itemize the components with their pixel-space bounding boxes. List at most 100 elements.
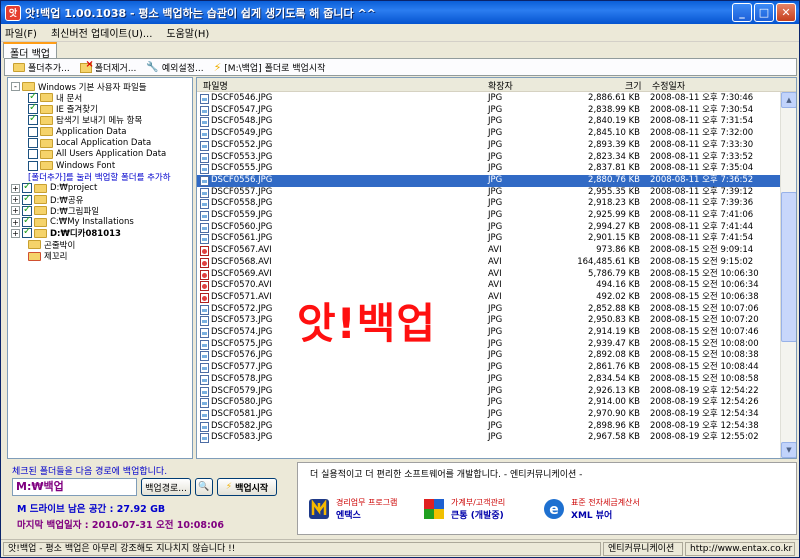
list-scrollbar[interactable]: ▲ ▼ <box>780 92 796 458</box>
table-row[interactable]: DSCF0580.JPG JPG 2,914.00 KB 2008-08-19 오후 … <box>197 397 780 409</box>
checkbox[interactable] <box>28 126 38 137</box>
table-row[interactable]: DSCF0576.JPG JPG 2,892.08 KB 2008-08-15 오전 … <box>197 350 780 362</box>
tree-item[interactable]: 탐색기 보내기 메뉴 항목 <box>28 113 142 126</box>
table-row[interactable]: DSCF0556.JPG JPG 2,880.76 KB 2008-08-11 오후 … <box>197 174 780 187</box>
table-row[interactable]: DSCF0574.JPG JPG 2,914.19 KB 2008-08-15 오전 … <box>197 327 780 339</box>
product-entax[interactable]: 경리업무 프로그램 엔택스 <box>308 497 397 521</box>
col-filename[interactable]: 파일명 <box>203 79 228 92</box>
cell-modified: 2008-08-19 오후 12:54:34 <box>650 408 759 419</box>
maximize-icon[interactable]: □ <box>754 3 774 22</box>
col-extension[interactable]: 확장자 <box>488 79 513 92</box>
expand-icon[interactable]: + <box>11 217 20 227</box>
table-row[interactable]: DSCF0555.JPG JPG 2,837.81 KB 2008-08-11 오후 … <box>197 163 780 175</box>
start-backup-button[interactable]: ⚡ 백업시작 <box>217 478 277 496</box>
backup-path-button[interactable]: 백업경로... <box>141 478 191 496</box>
table-row[interactable]: DSCF0553.JPG JPG 2,823.34 KB 2008-08-11 오후 … <box>197 152 780 164</box>
table-row[interactable]: DSCF0573.JPG JPG 2,950.83 KB 2008-08-15 오전 … <box>197 315 780 327</box>
folder-tree[interactable]: - Windows 기본 사용자 파일들내 문서IE 즐겨찾기탐색기 보내기 메뉴… <box>7 77 193 459</box>
table-row[interactable]: DSCF0568.AVI AVI 164,485.61 KB 2008-08-15 오… <box>197 257 780 269</box>
cell-size: 2,886.61 KB <box>588 93 640 103</box>
checkbox[interactable] <box>28 113 38 126</box>
checkbox[interactable] <box>22 226 32 239</box>
scroll-down-icon[interactable]: ▼ <box>781 442 796 458</box>
cell-modified: 2008-08-15 오전 10:08:38 <box>650 350 759 361</box>
table-row[interactable]: DSCF0546.JPG JPG 2,886.61 KB 2008-08-11 오후 … <box>197 93 780 105</box>
table-row[interactable]: DSCF0559.JPG JPG 2,925.99 KB 2008-08-11 오후 … <box>197 210 780 222</box>
table-row[interactable]: DSCF0561.JPG JPG 2,901.15 KB 2008-08-11 오후 … <box>197 233 780 245</box>
table-row[interactable]: DSCF0575.JPG JPG 2,939.47 KB 2008-08-15 오전 … <box>197 339 780 351</box>
checkbox[interactable] <box>28 138 38 148</box>
tree-item[interactable]: + D:₩디카081013 <box>11 226 121 239</box>
table-row[interactable]: DSCF0558.JPG JPG 2,918.23 KB 2008-08-11 오후 … <box>197 198 780 210</box>
table-row[interactable]: DSCF0567.AVI AVI 973.86 KB 2008-08-15 오전 9:… <box>197 245 780 257</box>
cell-filename: DSCF0558.JPG <box>211 198 273 209</box>
table-row[interactable]: DSCF0557.JPG JPG 2,955.35 KB 2008-08-11 오후 … <box>197 187 780 199</box>
close-icon[interactable]: ✕ <box>776 3 796 22</box>
menu-update[interactable]: 최신버전 업데이트(U)... <box>51 25 152 40</box>
toolbar: 폴더추가... 폴더제거... 🔧예외설정... ⚡[M:\백업] 폴더로 백업… <box>4 58 797 76</box>
expand-icon[interactable]: - <box>11 82 20 91</box>
tree-item[interactable]: [폴더추가]를 눌러 백업할 폴더를 추가하 <box>28 171 171 183</box>
expand-icon[interactable]: + <box>11 195 20 204</box>
expand-icon[interactable]: + <box>11 206 20 216</box>
table-row[interactable]: DSCF0552.JPG JPG 2,893.39 KB 2008-08-11 오후 … <box>197 140 780 152</box>
backup-path-field[interactable]: M:₩백업 <box>12 478 137 496</box>
svg-text:e: e <box>549 502 559 518</box>
table-row[interactable]: DSCF0570.AVI AVI 494.16 KB 2008-08-15 오전 10… <box>197 280 780 292</box>
table-row[interactable]: DSCF0577.JPG JPG 2,861.76 KB 2008-08-15 오전 … <box>197 362 780 374</box>
tree-item[interactable]: IE 즐겨찾기 <box>28 102 98 115</box>
cell-filename: DSCF0568.AVI <box>211 256 272 267</box>
tab-folder-backup[interactable]: 폴더 백업 <box>3 42 57 60</box>
table-row[interactable]: DSCF0548.JPG JPG 2,840.19 KB 2008-08-11 오후 … <box>197 116 780 128</box>
tree-item[interactable]: Application Data <box>28 126 127 137</box>
expand-icon[interactable]: + <box>11 183 20 193</box>
image-file-icon <box>200 433 209 444</box>
tree-item[interactable]: 곤줄박이 <box>28 239 75 251</box>
product-keuntong[interactable]: 가계부/고객관리 큰통 (개발중) <box>423 497 505 521</box>
tree-item-label: D:₩공유 <box>50 195 84 206</box>
table-row[interactable]: DSCF0572.JPG JPG 2,852.88 KB 2008-08-15 오전 … <box>197 304 780 316</box>
cell-modified: 2008-08-15 오전 10:08:58 <box>650 373 759 384</box>
explore-button[interactable]: 🔍 <box>195 478 213 496</box>
tree-item[interactable]: Windows Font <box>28 160 115 171</box>
table-row[interactable]: DSCF0579.JPG JPG 2,926.13 KB 2008-08-19 오후 … <box>197 386 780 398</box>
cell-filename: DSCF0553.JPG <box>211 151 273 162</box>
tree-item[interactable]: Local Application Data <box>28 138 151 149</box>
table-row[interactable]: DSCF0569.AVI AVI 5,786.79 KB 2008-08-15 오전 … <box>197 269 780 281</box>
checkbox[interactable] <box>28 149 38 160</box>
tree-item[interactable]: + D:₩공유 <box>11 193 84 206</box>
tree-item-label: 제꼬리 <box>44 252 68 262</box>
menu-file[interactable]: 파일(F) <box>5 25 37 40</box>
table-row[interactable]: DSCF0560.JPG JPG 2,994.27 KB 2008-08-11 오후 … <box>197 222 780 234</box>
checkbox[interactable] <box>28 160 38 171</box>
table-row[interactable]: DSCF0581.JPG JPG 2,970.90 KB 2008-08-19 오후 … <box>197 409 780 421</box>
table-row[interactable]: DSCF0549.JPG JPG 2,845.10 KB 2008-08-11 오후 … <box>197 128 780 140</box>
cell-modified: 2008-08-15 오전 10:06:38 <box>650 291 759 302</box>
tree-item[interactable]: 제꼬리 <box>28 251 67 262</box>
status-url[interactable]: http://www.entax.co.kr <box>685 542 795 556</box>
col-modified[interactable]: 수정일자 <box>652 79 685 92</box>
table-row[interactable]: DSCF0571.AVI AVI 492.02 KB 2008-08-15 오전 10… <box>197 292 780 304</box>
product-xml-viewer[interactable]: e 표준 전자세금계산서 XML 뷰어 <box>543 497 640 521</box>
expand-icon[interactable]: + <box>11 228 20 238</box>
minimize-icon[interactable]: _ <box>732 3 752 22</box>
cell-modified: 2008-08-11 오후 7:33:30 <box>650 139 754 150</box>
scroll-thumb[interactable] <box>781 192 796 342</box>
backup-to-button[interactable]: ⚡ [M:\백업] 폴더로 백업시작 <box>214 61 326 74</box>
window-title: 앗!백업 1.00.1038 - 평소 백업하는 습관이 쉽게 생기도록 해 줍… <box>25 6 376 20</box>
table-row[interactable]: DSCF0582.JPG JPG 2,898.96 KB 2008-08-19 오후 … <box>197 421 780 433</box>
cell-filename: DSCF0580.JPG <box>211 397 273 408</box>
add-folder-button[interactable]: 폴더추가... <box>13 61 70 74</box>
tree-item[interactable]: All Users Application Data <box>28 149 166 160</box>
title-bar[interactable]: 앗 앗!백업 1.00.1038 - 평소 백업하는 습관이 쉽게 생기도록 해… <box>1 1 799 24</box>
exclude-settings-button[interactable]: 🔧 예외설정... <box>146 61 203 74</box>
cell-size: 492.02 KB <box>596 291 640 302</box>
scroll-up-icon[interactable]: ▲ <box>781 92 796 108</box>
file-list[interactable]: 파일명 확장자 크기 수정일자 DSCF0546.JPG JPG 2,886.61 … <box>196 77 797 459</box>
col-size[interactable]: 크기 <box>625 79 642 92</box>
menu-help[interactable]: 도움말(H) <box>166 25 209 40</box>
remove-folder-button[interactable]: 폴더제거... <box>79 59 136 74</box>
table-row[interactable]: DSCF0583.JPG JPG 2,967.58 KB 2008-08-19 오후 … <box>197 432 780 444</box>
table-row[interactable]: DSCF0578.JPG JPG 2,834.54 KB 2008-08-15 오전 … <box>197 374 780 386</box>
table-row[interactable]: DSCF0547.JPG JPG 2,838.99 KB 2008-08-11 오후 … <box>197 105 780 117</box>
